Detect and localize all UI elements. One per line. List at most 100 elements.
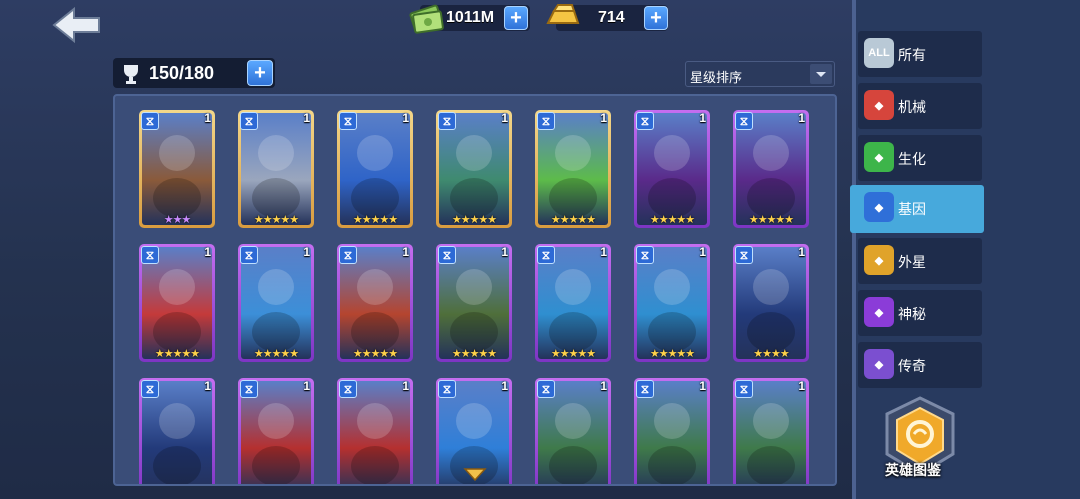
back-button[interactable] xyxy=(52,6,102,44)
hero-card[interactable]: ⧖ 1 ★★★★★ xyxy=(238,110,314,228)
tab-all[interactable]: ALL 所有 xyxy=(858,31,982,77)
hero-stars: ★★★★★ xyxy=(253,214,299,226)
gene-icon: ⧖ xyxy=(438,246,456,264)
gene-icon: ⧖ xyxy=(735,112,753,130)
tab-mech[interactable]: ◆ 机械 xyxy=(858,83,982,129)
gene-icon: ⧖ xyxy=(240,380,258,398)
hero-card[interactable]: ⧖ 1 ★★★★★ xyxy=(634,110,710,228)
hero-card[interactable]: ⧖ 1 xyxy=(238,378,314,484)
hero-level: 1 xyxy=(501,245,508,259)
hero-stars: ★★★★★ xyxy=(550,214,596,226)
tab-bio[interactable]: ◆ 生化 xyxy=(858,135,982,181)
gene-icon: ⧖ xyxy=(438,112,456,130)
hero-level: 1 xyxy=(204,379,211,393)
cash-counter: 1011M + xyxy=(409,4,530,34)
tab-label: 传奇 xyxy=(898,358,926,374)
add-gold-button[interactable]: + xyxy=(644,6,668,30)
gene-icon: ⧖ xyxy=(537,112,555,130)
hero-level: 1 xyxy=(204,111,211,125)
hero-level: 1 xyxy=(798,245,805,259)
sort-dropdown[interactable]: 星级排序 xyxy=(685,61,835,87)
gene-icon: ⧖ xyxy=(240,246,258,264)
gene-icon: ⧖ xyxy=(735,246,753,264)
tab-label: 神秘 xyxy=(898,306,926,322)
hero-stars: ★★★★ xyxy=(753,348,789,360)
hero-card[interactable]: ⧖ 1 ★★★★★ xyxy=(436,110,512,228)
gene-icon: ⧖ xyxy=(339,246,357,264)
roster-capacity: 150/180 + xyxy=(113,58,275,88)
gold-value: 714 xyxy=(598,9,625,26)
hero-level: 1 xyxy=(303,111,310,125)
hero-level: 1 xyxy=(303,379,310,393)
hero-level: 1 xyxy=(501,379,508,393)
hero-level: 1 xyxy=(600,111,607,125)
hero-card[interactable]: ⧖ 1 xyxy=(139,378,215,484)
codex-label: 英雄图鉴 xyxy=(885,462,941,478)
legend-icon: ◆ xyxy=(864,349,894,379)
hero-stars: ★★★★★ xyxy=(550,348,596,360)
sort-label: 星级排序 xyxy=(690,70,743,85)
expand-capacity-button[interactable]: + xyxy=(247,60,273,86)
hero-level: 1 xyxy=(204,245,211,259)
hero-level: 1 xyxy=(402,379,409,393)
gene-icon: ⧖ xyxy=(735,380,753,398)
gold-counter: 714 + xyxy=(546,4,668,31)
hero-card[interactable]: ⧖ 1 ★★★★★ xyxy=(535,244,611,362)
hero-card[interactable]: ⧖ 1 ★★★★★ xyxy=(139,244,215,362)
tab-gene[interactable]: ◆ 基因 xyxy=(850,185,984,233)
hero-card[interactable]: ⧖ 1 ★★★★★ xyxy=(733,110,809,228)
gene-icon: ⧖ xyxy=(636,380,654,398)
hero-grid: ⧖ 1 ★★★ ⧖ 1 ★★★★★ ⧖ 1 ★★★★★ ⧖ 1 ★★★★★ ⧖ 1 ★★★★★ ⧖ 1 ★★★★★… xyxy=(113,94,837,486)
hero-level: 1 xyxy=(600,245,607,259)
gold-bar-icon xyxy=(546,4,580,24)
hero-card[interactable]: ⧖ 1 ★★★ xyxy=(139,110,215,228)
hero-card[interactable]: ⧖ 1 xyxy=(733,378,809,484)
hero-card[interactable]: ⧖ 1 ★★★★★ xyxy=(634,244,710,362)
hero-card[interactable]: ⧖ 1 ★★★★★ xyxy=(436,244,512,362)
gene-icon: ⧖ xyxy=(636,246,654,264)
hero-card[interactable]: ⧖ 1 xyxy=(337,378,413,484)
hero-card[interactable]: ⧖ 1 xyxy=(535,378,611,484)
hero-level: 1 xyxy=(798,111,805,125)
tab-alien[interactable]: ◆ 外星 xyxy=(858,238,982,284)
hero-stars: ★★★★★ xyxy=(451,214,497,226)
tab-label: 生化 xyxy=(898,151,926,167)
gene-icon: ⧖ xyxy=(636,112,654,130)
tab-mystic[interactable]: ◆ 神秘 xyxy=(858,290,982,336)
tab-label: 机械 xyxy=(898,99,926,115)
hero-level: 1 xyxy=(699,379,706,393)
hero-card[interactable]: ⧖ 1 xyxy=(634,378,710,484)
hero-level: 1 xyxy=(699,245,706,259)
hero-level: 1 xyxy=(402,111,409,125)
hero-card[interactable]: ⧖ 1 ★★★★★ xyxy=(337,244,413,362)
capacity-text: 150/180 xyxy=(149,63,215,83)
hero-stars: ★★★★★ xyxy=(649,348,695,360)
mystic-icon: ◆ xyxy=(864,297,894,327)
gene-icon: ⧖ xyxy=(240,112,258,130)
gene-icon: ⧖ xyxy=(438,380,456,398)
hero-stars: ★★★★★ xyxy=(253,348,299,360)
hero-level: 1 xyxy=(699,111,706,125)
hero-level: 1 xyxy=(402,245,409,259)
tab-label: 所有 xyxy=(898,47,926,63)
tab-legend[interactable]: ◆ 传奇 xyxy=(858,342,982,388)
gene-icon: ⧖ xyxy=(537,380,555,398)
hero-stars: ★★★★★ xyxy=(352,214,398,226)
gene-icon: ⧖ xyxy=(339,380,357,398)
hero-level: 1 xyxy=(798,379,805,393)
scroll-down-icon xyxy=(463,468,487,482)
hero-card[interactable]: ⧖ 1 ★★★★★ xyxy=(535,110,611,228)
back-arrow-icon xyxy=(52,6,100,44)
hero-card[interactable]: ⧖ 1 ★★★★★ xyxy=(238,244,314,362)
gene-icon: ⧖ xyxy=(537,246,555,264)
tab-label: 外星 xyxy=(898,254,926,270)
hero-stars: ★★★★★ xyxy=(748,214,794,226)
hero-level: 1 xyxy=(501,111,508,125)
hero-level: 1 xyxy=(600,379,607,393)
hero-card[interactable]: ⧖ 1 ★★★★ xyxy=(733,244,809,362)
add-cash-button[interactable]: + xyxy=(504,6,528,30)
cash-value: 1011M xyxy=(446,9,495,26)
trophy-icon xyxy=(124,65,138,84)
hero-card[interactable]: ⧖ 1 ★★★★★ xyxy=(337,110,413,228)
gene-icon: ⧖ xyxy=(339,112,357,130)
